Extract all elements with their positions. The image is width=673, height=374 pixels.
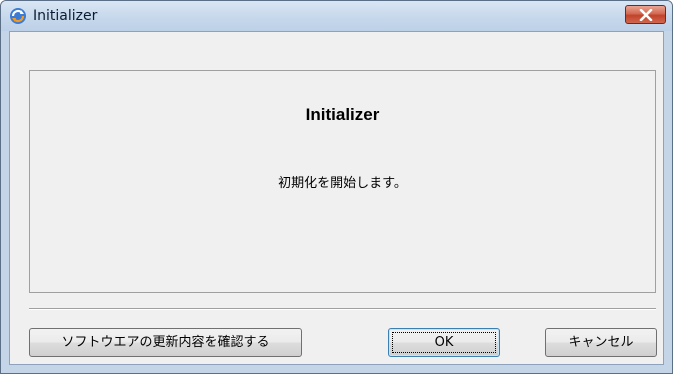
- cancel-label: キャンセル: [568, 335, 634, 350]
- ok-label: OK: [434, 335, 454, 350]
- cancel-button[interactable]: キャンセル: [545, 328, 657, 357]
- check-update-label: ソフトウエアの更新内容を確認する: [61, 335, 270, 350]
- check-update-button[interactable]: ソフトウエアの更新内容を確認する: [29, 328, 302, 357]
- title-bar[interactable]: Initializer: [1, 1, 672, 31]
- close-button[interactable]: [625, 5, 666, 24]
- refresh-icon: [9, 7, 27, 25]
- close-icon: [639, 9, 653, 21]
- panel-heading: Initializer: [305, 105, 380, 124]
- message-panel: Initializer 初期化を開始します。: [29, 70, 656, 293]
- divider: [29, 308, 656, 310]
- dialog-body: Initializer 初期化を開始します。 ソフトウエアの更新内容を確認する …: [9, 31, 664, 365]
- panel-message: 初期化を開始します。: [278, 176, 407, 191]
- ok-button[interactable]: OK: [388, 328, 500, 357]
- window-title: Initializer: [33, 8, 98, 24]
- dialog-window: Initializer Initializer 初期化を開始します。 ソフトウエ…: [0, 0, 673, 374]
